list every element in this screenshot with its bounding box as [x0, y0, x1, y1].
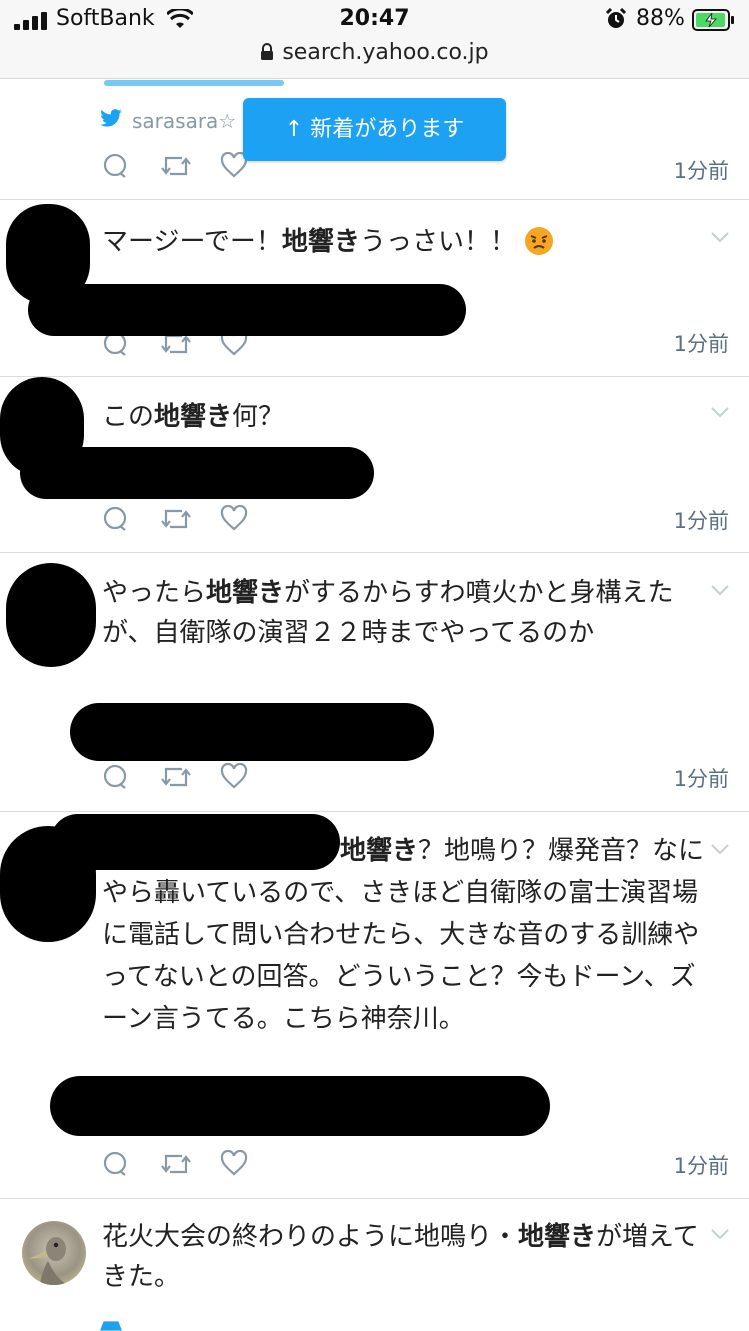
- tweet-card[interactable]: この地響き何？ 1分前: [0, 377, 749, 553]
- tweet-text-part: 何？: [232, 402, 285, 432]
- tweet-text: マージーでー！地響きうっさい！！: [102, 222, 712, 262]
- retweet-icon[interactable]: [160, 505, 192, 533]
- tweet-card[interactable]: マージーでー！地響きうっさい！！ 1分前: [0, 200, 749, 377]
- tweet-text-part: この: [102, 402, 155, 432]
- tweet-keyword: 地響き: [281, 227, 360, 257]
- retweet-icon[interactable]: [160, 152, 192, 180]
- chevron-down-icon[interactable]: [709, 838, 731, 860]
- retweet-icon[interactable]: [160, 763, 192, 791]
- address-bar[interactable]: search.yahoo.co.jp: [0, 40, 749, 65]
- battery-percentage: 88%: [636, 6, 685, 31]
- tweet-time: 1分前: [673, 767, 729, 791]
- tweet-keyword: 地響き: [206, 578, 285, 608]
- status-bar: SoftBank 20:47 88% search.yahoo.co.jp: [0, 0, 749, 79]
- chevron-down-icon[interactable]: [709, 226, 731, 248]
- battery-charging-icon: [692, 9, 734, 31]
- redaction-mark: [70, 703, 434, 761]
- tweet-text-part: やったら: [102, 578, 207, 608]
- alarm-icon: [605, 8, 627, 28]
- like-heart-icon[interactable]: [220, 1150, 248, 1176]
- chevron-down-icon[interactable]: [709, 401, 731, 423]
- tweet-actions: [102, 763, 272, 793]
- twitter-bird-icon: [100, 1321, 122, 1331]
- retweet-icon[interactable]: [160, 1150, 192, 1178]
- tweet-text-part: マージーでー！: [102, 227, 282, 257]
- redaction-mark: [50, 814, 340, 870]
- tweet-time: 1分前: [673, 509, 729, 533]
- tweet-card[interactable]: 地響き？地鳴り？爆発音？なにやら轟いているので、さきほど自衛隊の富士演習場に電話…: [0, 812, 749, 1199]
- tweet-card[interactable]: やったら地響きがするからすわ噴火かと身構えたが、自衛隊の演習２２時までやってるの…: [0, 553, 749, 812]
- redaction-mark: [20, 447, 374, 499]
- chevron-down-icon[interactable]: [709, 1223, 731, 1245]
- tweet-time: 1分前: [673, 1154, 729, 1178]
- tweet-text-part: うっさい！！: [359, 227, 516, 257]
- tweet-keyword: 地響き: [340, 836, 419, 866]
- reply-icon[interactable]: [102, 505, 130, 533]
- redaction-mark: [28, 284, 466, 336]
- twitter-bird-icon: [100, 109, 122, 127]
- reply-icon[interactable]: [102, 1150, 130, 1178]
- tweet-text-part: 花火大会の終わりのように地鳴り・: [102, 1222, 519, 1252]
- arrow-up-icon: ↑: [284, 117, 311, 142]
- like-heart-icon[interactable]: [220, 505, 248, 531]
- tweet-actions: [102, 505, 272, 535]
- bird-avatar-icon: [28, 1237, 68, 1285]
- tweet-source-name: sarasara☆: [132, 109, 237, 133]
- tweet-text: やったら地響きがするからすわ噴火かと身構えたが、自衛隊の演習２２時までやってるの…: [102, 573, 712, 653]
- new-tweets-button[interactable]: ↑ 新着があります: [243, 98, 506, 161]
- tweet-time: 1分前: [673, 159, 729, 183]
- angry-face-icon: [525, 227, 554, 255]
- tweet-time: 1分前: [673, 332, 729, 356]
- tweet-keyword: 地響き: [154, 402, 233, 432]
- reply-icon[interactable]: [102, 152, 130, 180]
- tweet-actions: [102, 1150, 272, 1180]
- tweet-card[interactable]: 花火大会の終わりのように地鳴り・地響きが増えてきた。: [0, 1199, 749, 1331]
- redaction-mark: [6, 563, 96, 667]
- new-tweets-label: 新着があります: [310, 117, 465, 142]
- redaction-mark: [50, 1076, 550, 1136]
- like-heart-icon[interactable]: [220, 763, 248, 789]
- tweet-text: 花火大会の終わりのように地鳴り・地響きが増えてきた。: [102, 1217, 712, 1297]
- tweet-text: この地響き何？: [102, 397, 712, 437]
- avatar[interactable]: [22, 1221, 86, 1285]
- url-text: search.yahoo.co.jp: [282, 40, 489, 65]
- tweet-keyword: 地響き: [518, 1222, 597, 1252]
- chevron-down-icon[interactable]: [709, 579, 731, 601]
- reply-icon[interactable]: [102, 763, 130, 791]
- clipped-text: [104, 80, 284, 86]
- lock-icon: [261, 43, 274, 60]
